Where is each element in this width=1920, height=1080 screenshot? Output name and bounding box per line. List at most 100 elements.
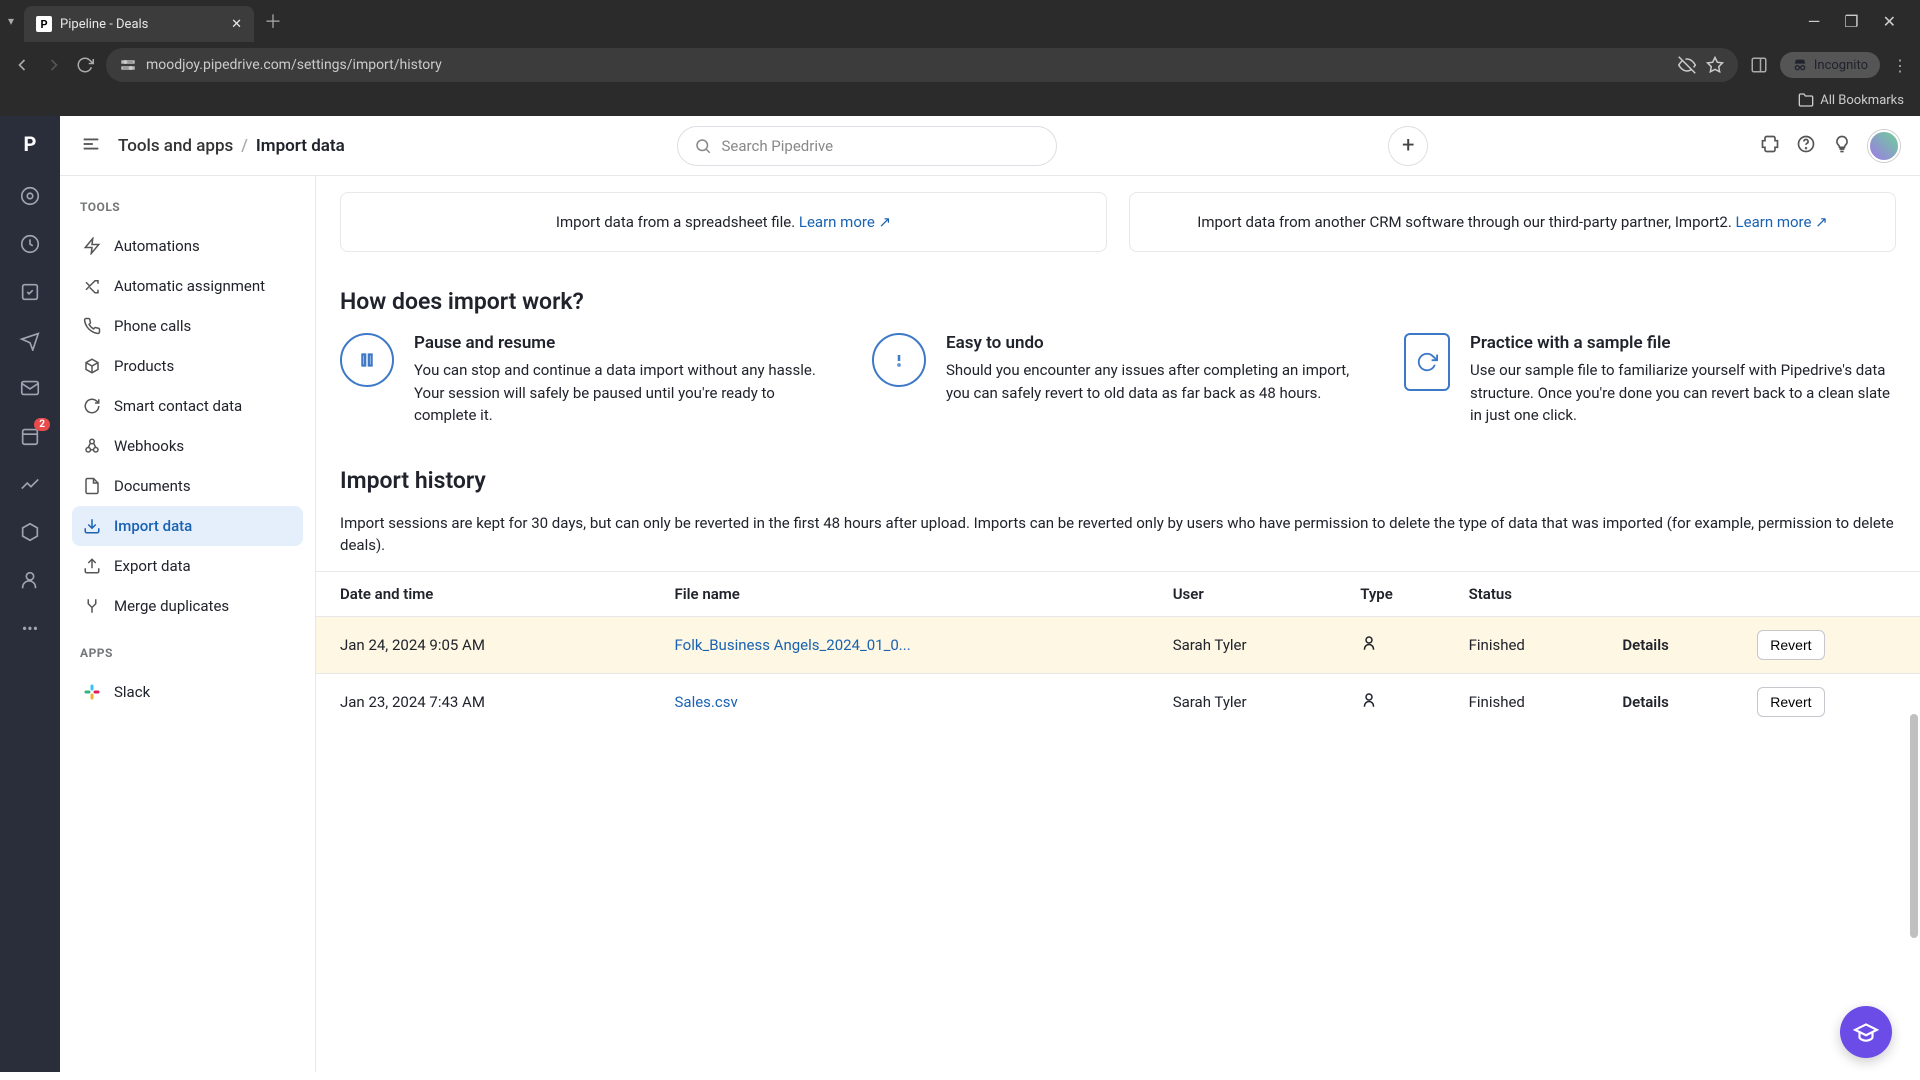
site-settings-icon[interactable] (120, 57, 136, 73)
details-button[interactable]: Details (1622, 636, 1668, 654)
browser-tab[interactable]: P Pipeline - Deals ✕ (24, 6, 254, 42)
top-header: Tools and apps / Import data Search Pipe… (60, 116, 1920, 176)
back-button[interactable] (12, 55, 32, 75)
card-crm: Import data from another CRM software th… (1129, 192, 1896, 252)
pipedrive-logo-icon[interactable]: P (14, 128, 46, 160)
undo-icon (872, 333, 926, 387)
feature-sample: Practice with a sample file Use our samp… (1404, 333, 1896, 427)
rail-products-icon[interactable] (18, 520, 42, 544)
breadcrumb-sep: / (241, 136, 248, 156)
sidebar-section-apps: APPS (72, 626, 303, 672)
search-icon (694, 137, 712, 155)
sidebar-toggle-icon[interactable] (80, 133, 102, 159)
col-file: File name (663, 571, 1161, 616)
pause-icon (340, 333, 394, 387)
sidebar-item-documents[interactable]: Documents (72, 466, 303, 506)
rail-projects-icon[interactable] (18, 280, 42, 304)
bulb-icon[interactable] (1832, 134, 1852, 158)
file-link[interactable]: Sales.csv (675, 693, 738, 711)
feature-pause: Pause and resume You can stop and contin… (340, 333, 832, 427)
search-input[interactable]: Search Pipedrive (677, 126, 1057, 166)
incognito-indicator[interactable]: Incognito (1780, 52, 1880, 78)
merge-icon (82, 596, 102, 616)
rail-activities-icon[interactable]: 2 (18, 424, 42, 448)
reload-button[interactable] (76, 56, 94, 74)
sidebar-item-export-data[interactable]: Export data (72, 546, 303, 586)
rail-more-icon[interactable]: ••• (18, 616, 42, 640)
details-button[interactable]: Details (1622, 693, 1668, 711)
url-text: moodjoy.pipedrive.com/settings/import/hi… (146, 57, 1668, 73)
scrollbar-track (1910, 176, 1918, 1072)
close-window-icon[interactable]: ✕ (1883, 12, 1896, 31)
download-icon (82, 516, 102, 536)
bookmarks-bar: All Bookmarks (0, 88, 1920, 116)
tab-title: Pipeline - Deals (60, 17, 148, 32)
add-button[interactable]: + (1388, 126, 1428, 166)
sidebar-item-products[interactable]: Products (72, 346, 303, 386)
tab-bar: ▾ P Pipeline - Deals ✕ ＋ — ❐ ✕ (0, 0, 1920, 42)
learn-more-crm[interactable]: Learn more ↗ (1736, 213, 1828, 231)
new-tab-button[interactable]: ＋ (264, 8, 282, 34)
help-icon[interactable] (1796, 134, 1816, 158)
section-title: How does import work? (316, 276, 1920, 333)
nav-rail: P 2 ••• (0, 116, 60, 1072)
col-user: User (1161, 571, 1349, 616)
eye-off-icon[interactable] (1678, 56, 1696, 74)
rail-target-icon[interactable] (18, 184, 42, 208)
refresh-icon (82, 396, 102, 416)
revert-button[interactable]: Revert (1757, 687, 1824, 717)
breadcrumb: Tools and apps / Import data (118, 136, 345, 156)
help-fab[interactable] (1840, 1006, 1892, 1058)
sidebar-item-smart-contact[interactable]: Smart contact data (72, 386, 303, 426)
rail-mail-icon[interactable] (18, 376, 42, 400)
breadcrumb-root[interactable]: Tools and apps (118, 136, 233, 156)
rail-insights-icon[interactable] (18, 472, 42, 496)
sample-file-icon (1404, 333, 1450, 391)
graduation-cap-icon (1853, 1019, 1879, 1045)
sidebar-item-webhooks[interactable]: Webhooks (72, 426, 303, 466)
sidebar-item-auto-assignment[interactable]: Automatic assignment (72, 266, 303, 306)
content-area: Tools and apps / Import data Search Pipe… (60, 116, 1920, 1072)
app-container: P 2 ••• Tools and apps / Import data Sea… (0, 116, 1920, 1072)
extension-icon[interactable] (1760, 134, 1780, 158)
rail-campaigns-icon[interactable] (18, 328, 42, 352)
sidebar-item-phone-calls[interactable]: Phone calls (72, 306, 303, 346)
browser-chrome: ▾ P Pipeline - Deals ✕ ＋ — ❐ ✕ moodjoy.p… (0, 0, 1920, 116)
address-bar: moodjoy.pipedrive.com/settings/import/hi… (0, 42, 1920, 88)
document-icon (82, 476, 102, 496)
avatar[interactable] (1868, 130, 1900, 162)
table-row[interactable]: Jan 24, 2024 9:05 AM Folk_Business Angel… (316, 616, 1920, 673)
bookmark-star-icon[interactable] (1706, 56, 1724, 74)
scrollbar-thumb[interactable] (1910, 714, 1918, 938)
rail-contacts-icon[interactable] (18, 568, 42, 592)
sidebar-item-merge-dup[interactable]: Merge duplicates (72, 586, 303, 626)
breadcrumb-current: Import data (256, 136, 345, 156)
sidebar-item-import-data[interactable]: Import data (72, 506, 303, 546)
history-table: Date and time File name User Type Status… (316, 571, 1920, 730)
sidebar-item-slack[interactable]: Slack (72, 672, 303, 712)
tab-favicon-icon: P (36, 16, 52, 32)
history-title: Import history (316, 455, 1920, 512)
all-bookmarks-button[interactable]: All Bookmarks (1798, 92, 1904, 108)
learn-more-spreadsheet[interactable]: Learn more ↗ (799, 213, 891, 231)
tab-close-icon[interactable]: ✕ (231, 17, 242, 32)
rail-deals-icon[interactable] (18, 232, 42, 256)
minimize-icon[interactable]: — (1808, 12, 1821, 31)
webhook-icon (82, 436, 102, 456)
person-icon (1360, 691, 1378, 709)
tabs-dropdown[interactable]: ▾ (8, 14, 14, 28)
sidebar-item-automations[interactable]: Automations (72, 226, 303, 266)
url-input[interactable]: moodjoy.pipedrive.com/settings/import/hi… (106, 48, 1738, 82)
maximize-icon[interactable]: ❐ (1844, 12, 1858, 31)
card-spreadsheet: Import data from a spreadsheet file. Lea… (340, 192, 1107, 252)
person-icon (1360, 634, 1378, 652)
file-link[interactable]: Folk_Business Angels_2024_01_0... (675, 636, 911, 654)
forward-button[interactable] (44, 55, 64, 75)
side-panel-icon[interactable] (1750, 56, 1768, 74)
table-row[interactable]: Jan 23, 2024 7:43 AM Sales.csv Sarah Tyl… (316, 673, 1920, 730)
upload-icon (82, 556, 102, 576)
revert-button[interactable]: Revert (1757, 630, 1824, 660)
phone-icon (82, 316, 102, 336)
browser-menu-icon[interactable]: ⋮ (1892, 56, 1908, 75)
sidebar: TOOLS Automations Automatic assignment P… (60, 176, 316, 1072)
